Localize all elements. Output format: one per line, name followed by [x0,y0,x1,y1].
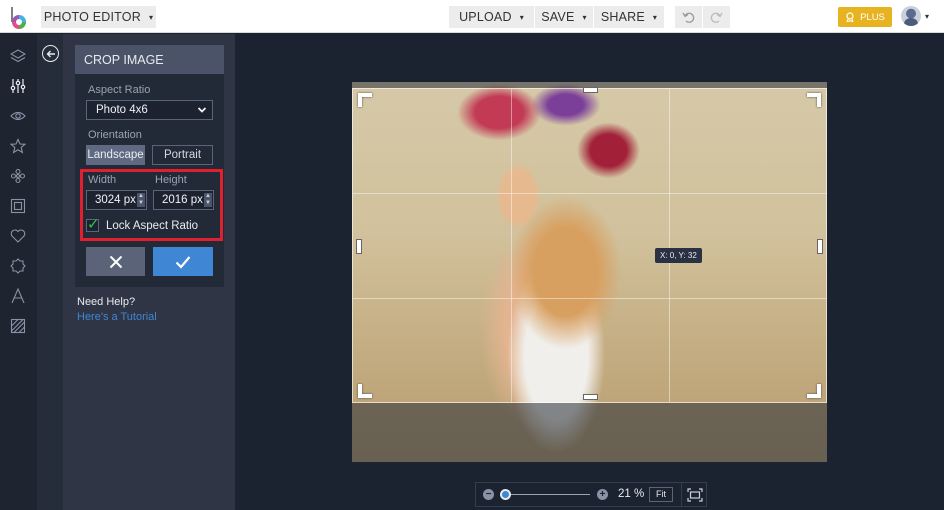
text-icon[interactable] [8,286,28,306]
back-button[interactable] [42,45,59,62]
crop-coordinates-tooltip: X: 0, Y: 32 [655,248,702,263]
height-input[interactable]: 2016 px ▲ ▼ [153,190,214,210]
height-value: 2016 px [162,194,203,206]
save-button[interactable]: SAVE ▾ [535,6,593,28]
check-icon [175,255,191,269]
tool-rail [0,34,37,510]
panel-strip [37,34,63,510]
panel-title: CROP IMAGE [75,45,224,74]
top-bar: PHOTO EDITOR ▾ UPLOAD ▾ SAVE ▾ SHARE ▾ P… [0,0,944,33]
heart-icon[interactable] [8,226,28,246]
crop-handle-bottom-left[interactable] [358,384,372,398]
eye-icon[interactable] [8,106,28,126]
share-button[interactable]: SHARE ▾ [594,6,664,28]
grid-line [511,89,512,402]
zoom-bar: − + 21 % Fit [475,482,707,507]
lock-aspect-checkbox[interactable]: ✓ [86,216,100,233]
frame-icon[interactable] [8,196,28,216]
plus-upgrade-button[interactable]: PLUS [838,7,892,27]
chevron-down-icon [197,107,207,113]
undo-icon [682,12,695,23]
aspect-ratio-label: Aspect Ratio [88,84,151,96]
checkmark-icon: ✓ [87,216,100,233]
fit-button[interactable]: Fit [649,487,673,502]
crop-handle-bottom[interactable] [583,394,598,400]
aspect-ratio-value: Photo 4x6 [96,104,148,116]
arrow-left-icon [46,50,55,57]
plus-label: PLUS [860,11,885,23]
award-icon [846,12,854,22]
grid-line [669,89,670,402]
crop-handle-top[interactable] [583,87,598,93]
chevron-down-icon: ▾ [652,12,658,22]
flower-icon[interactable] [8,166,28,186]
chevron-down-icon: ▾ [582,12,587,22]
zoom-in-button[interactable]: + [597,489,608,500]
crop-handle-right[interactable] [817,239,823,254]
width-value: 3024 px [95,194,136,206]
grid-line [353,298,826,299]
crop-handle-top-right[interactable] [807,93,821,107]
user-avatar[interactable] [901,6,921,26]
redo-icon [710,12,723,23]
app-logo-icon[interactable] [9,6,29,30]
height-label: Height [155,174,187,186]
zoom-level: 21 % [618,488,645,500]
layers-icon[interactable] [8,46,28,66]
width-stepper[interactable]: ▲ ▼ [137,193,145,207]
share-label: SHARE [600,10,645,24]
texture-icon[interactable] [8,316,28,336]
zoom-slider-track[interactable] [503,494,590,495]
orientation-label: Orientation [88,129,142,141]
chevron-down-icon: ▾ [148,12,154,22]
apply-crop-button[interactable] [153,247,213,276]
zoom-out-button[interactable]: − [483,489,494,500]
crop-handle-bottom-right[interactable] [807,384,821,398]
close-icon [109,255,122,268]
landscape-toggle[interactable]: Landscape [86,145,145,165]
grid-line [353,193,826,194]
badge-icon[interactable] [8,256,28,276]
redo-button[interactable] [703,6,730,28]
fullscreen-icon [686,487,703,502]
chevron-down-icon[interactable]: ▾ [925,12,929,21]
crop-handle-left[interactable] [356,239,362,254]
crop-region[interactable] [352,87,827,403]
photo-editor-label: PHOTO EDITOR [43,10,141,24]
photo-editor-menu[interactable]: PHOTO EDITOR ▾ [41,6,156,28]
upload-button[interactable]: UPLOAD ▾ [449,6,534,28]
portrait-toggle[interactable]: Portrait [152,145,213,165]
lock-aspect-label[interactable]: Lock Aspect Ratio [106,220,198,232]
width-label: Width [88,174,117,186]
crop-handle-top-left[interactable] [358,93,372,107]
cancel-crop-button[interactable] [86,247,145,276]
tutorial-link[interactable]: Here's a Tutorial [77,311,157,323]
save-label: SAVE [541,10,575,24]
fullscreen-button[interactable] [681,483,707,506]
help-heading: Need Help? [77,296,136,308]
aspect-ratio-select[interactable]: Photo 4x6 [86,100,213,120]
sliders-icon[interactable] [8,76,28,96]
width-input[interactable]: 3024 px ▲ ▼ [86,190,147,210]
zoom-slider-thumb[interactable] [500,489,511,500]
upload-label: UPLOAD [459,10,512,24]
undo-button[interactable] [675,6,702,28]
star-icon[interactable] [8,136,28,156]
height-stepper[interactable]: ▲ ▼ [204,193,212,207]
crop-mask-bottom [352,403,827,462]
chevron-down-icon: ▾ [519,12,524,22]
